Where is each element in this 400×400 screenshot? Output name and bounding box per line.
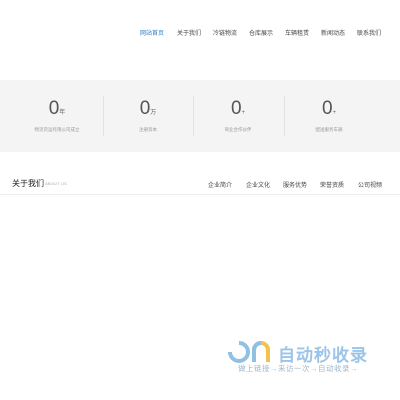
stats-band: 0年 物流货运有限公司成立 0万 注册资本 0+ 商业合作伙伴 0+ 配送服务车… <box>0 80 400 152</box>
stat-partners: 0+ 商业合作伙伴 <box>193 80 283 152</box>
about-section-header: 关于我们 ABOUT US 企业简介 企业文化 服务优势 荣誉资质 公司视频 <box>0 174 400 204</box>
stat-unit: 年 <box>59 110 66 116</box>
nav-item-vehicle-rental[interactable]: 车辆租赁 <box>285 28 309 37</box>
nav-item-news[interactable]: 新闻动态 <box>321 28 345 37</box>
tab-company-video[interactable]: 公司视频 <box>358 180 382 189</box>
tab-company-profile[interactable]: 企业简介 <box>208 180 232 189</box>
watermark-logo-icon <box>228 340 270 363</box>
stat-value: 0 <box>48 98 60 119</box>
stat-value: 0 <box>139 98 151 119</box>
top-navigation: 网站首页 关于我们 冷链物流 仓库展示 车辆租赁 新闻动态 联系我们 <box>0 28 400 42</box>
nav-item-cold-chain[interactable]: 冷链物流 <box>213 28 237 37</box>
stat-vehicles: 0+ 配送服务车辆 <box>284 80 374 152</box>
nav-item-about[interactable]: 关于我们 <box>177 28 201 37</box>
tab-honors[interactable]: 荣誉资质 <box>320 180 344 189</box>
watermark-tagline: 做上链接→来访一次→自动收录→ <box>238 364 358 373</box>
nav-item-warehouse[interactable]: 仓库展示 <box>249 28 273 37</box>
nav-item-home[interactable]: 网站首页 <box>140 28 164 37</box>
watermark: 自动秒收录 做上链接→来访一次→自动收录→ <box>228 340 388 380</box>
tab-company-culture[interactable]: 企业文化 <box>246 180 270 189</box>
stat-capital: 0万 注册资本 <box>103 80 193 152</box>
stat-label: 商业合作伙伴 <box>224 127 252 132</box>
stat-label: 配送服务车辆 <box>315 127 343 132</box>
stat-value: 0 <box>230 98 242 119</box>
section-divider <box>0 194 400 195</box>
stat-label: 物流货运有限公司成立 <box>34 127 80 132</box>
section-subtitle: ABOUT US <box>45 181 67 186</box>
stat-value: 0 <box>321 98 333 119</box>
tab-service-advantages[interactable]: 服务优势 <box>283 180 307 189</box>
section-title: 关于我们 <box>12 179 44 188</box>
nav-item-contact[interactable]: 联系我们 <box>357 28 381 37</box>
stat-label: 注册资本 <box>139 127 157 132</box>
stat-unit: + <box>332 110 337 116</box>
stat-years: 0年 物流货运有限公司成立 <box>12 80 102 152</box>
stat-unit: 万 <box>150 110 157 116</box>
stat-unit: + <box>241 110 246 116</box>
